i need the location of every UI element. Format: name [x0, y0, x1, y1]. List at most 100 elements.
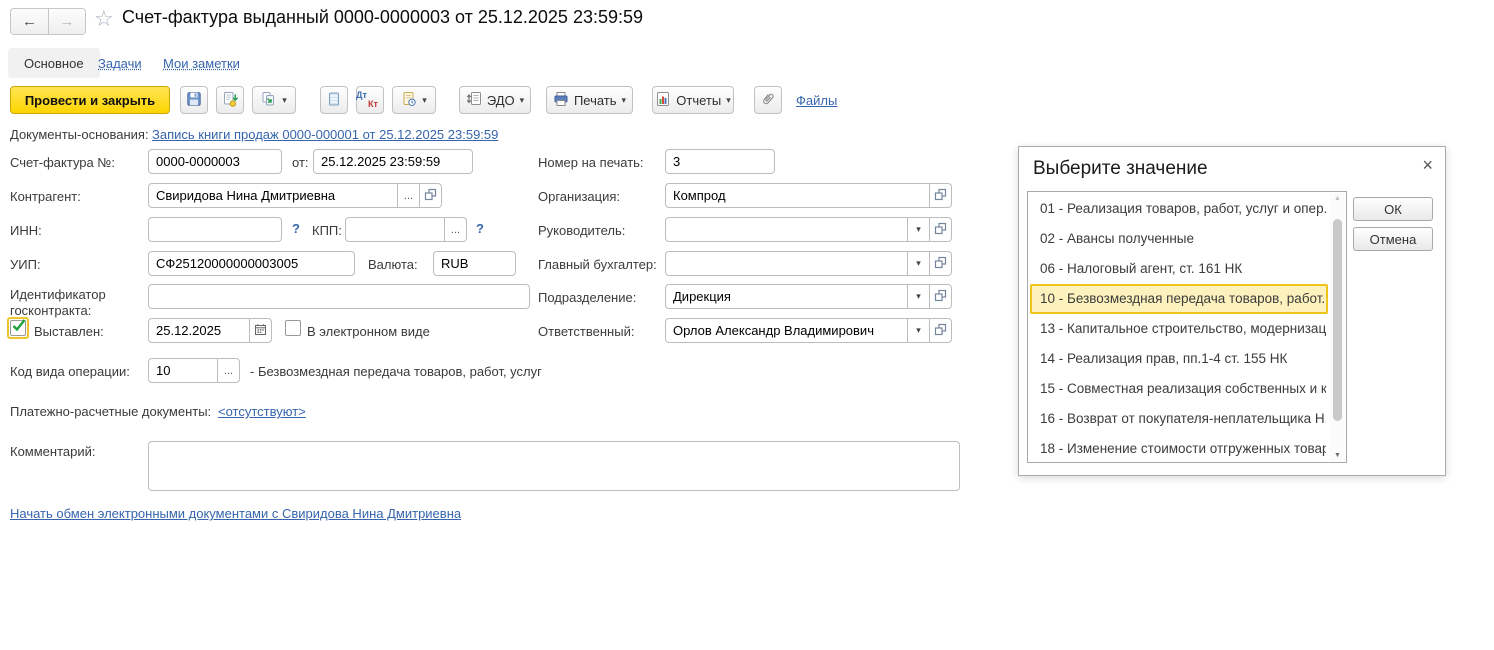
dialog-list: 01 - Реализация товаров, работ, услуг и …: [1027, 191, 1347, 463]
accountant-label: Главный бухгалтер:: [538, 257, 657, 272]
files-link[interactable]: Файлы: [796, 93, 837, 108]
edo-button[interactable]: ЭДО ▾: [459, 86, 531, 114]
list-item[interactable]: 18 - Изменение стоимости отгруженных тов…: [1030, 434, 1328, 463]
kpp-select-button[interactable]: ...: [445, 217, 467, 242]
post-and-close-label: Провести и закрыть: [25, 93, 155, 108]
reports-label: Отчеты: [676, 93, 721, 108]
electronic-checkbox[interactable]: [285, 320, 301, 336]
responsible-label: Ответственный:: [538, 324, 634, 339]
issued-date-field: [148, 318, 272, 343]
department-input[interactable]: [665, 284, 908, 309]
close-icon[interactable]: ×: [1422, 156, 1433, 174]
list-item[interactable]: 13 - Капитальное строительство, модерниз…: [1030, 314, 1328, 344]
list-scrollbar[interactable]: ▲ ▼: [1330, 193, 1345, 461]
counterparty-select-button[interactable]: ...: [398, 183, 420, 208]
tab-tasks[interactable]: Задачи: [98, 56, 142, 71]
edo-label: ЭДО: [487, 93, 515, 108]
list-item[interactable]: 16 - Возврат от покупателя-неплательщика…: [1030, 404, 1328, 434]
responsible-open-button[interactable]: [930, 318, 952, 343]
select-value-dialog: Выберите значение × 01 - Реализация това…: [1018, 146, 1446, 476]
responsible-dropdown-button[interactable]: ▾: [908, 318, 930, 343]
accountant-input[interactable]: [665, 251, 908, 276]
org-input[interactable]: [665, 183, 930, 208]
open-icon: [934, 222, 947, 238]
gov-contract-input[interactable]: [148, 284, 530, 309]
forward-button[interactable]: →: [48, 9, 85, 34]
list-item[interactable]: 06 - Налоговый агент, ст. 161 НК: [1030, 254, 1328, 284]
print-no-input[interactable]: [665, 149, 775, 174]
document-schedule-button[interactable]: ▾: [392, 86, 436, 114]
create-based-on-button[interactable]: ▾: [252, 86, 296, 114]
edo-exchange-link[interactable]: Начать обмен электронными документами с …: [10, 506, 461, 521]
list-item[interactable]: 02 - Авансы полученные: [1030, 224, 1328, 254]
department-dropdown-button[interactable]: ▾: [908, 284, 930, 309]
save-icon: [186, 91, 202, 110]
inn-help-icon[interactable]: ?: [292, 221, 300, 236]
currency-input[interactable]: [433, 251, 516, 276]
responsible-input[interactable]: [665, 318, 908, 343]
org-field: [665, 183, 952, 208]
department-field: ▾: [665, 284, 952, 309]
accountant-open-button[interactable]: [930, 251, 952, 276]
inn-label: ИНН:: [10, 223, 42, 238]
post-and-close-button[interactable]: Провести и закрыть: [10, 86, 170, 114]
uip-input[interactable]: [148, 251, 355, 276]
invoice-no-label: Счет-фактура №:: [10, 155, 115, 170]
kpp-help-icon[interactable]: ?: [476, 221, 484, 236]
open-icon: [934, 289, 947, 305]
scroll-up-icon[interactable]: ▲: [1330, 195, 1345, 202]
counterparty-open-button[interactable]: [420, 183, 442, 208]
dt-kt-button[interactable]: ДтКт: [356, 86, 384, 114]
issued-date-input[interactable]: [148, 318, 250, 343]
org-open-button[interactable]: [930, 183, 952, 208]
head-input[interactable]: [665, 217, 908, 242]
checkmark-icon: [10, 320, 26, 336]
org-label: Организация:: [538, 189, 620, 204]
print-button[interactable]: Печать ▾: [546, 86, 633, 114]
currency-label: Валюта:: [368, 257, 418, 272]
responsible-field: ▾: [665, 318, 952, 343]
comment-input[interactable]: [148, 441, 960, 491]
page-title: Счет-фактура выданный 0000-0000003 от 25…: [122, 7, 643, 28]
favorite-star-icon[interactable]: ☆: [94, 6, 114, 32]
back-button[interactable]: ←: [11, 9, 48, 34]
from-label: от:: [292, 155, 309, 170]
basis-link[interactable]: Запись книги продаж 0000-000001 от 25.12…: [152, 127, 498, 142]
payment-docs-link[interactable]: <отсутствуют>: [218, 404, 306, 419]
scroll-down-icon[interactable]: ▼: [1330, 452, 1345, 459]
department-open-button[interactable]: [930, 284, 952, 309]
counterparty-label: Контрагент:: [10, 189, 81, 204]
ok-button[interactable]: ОК: [1353, 197, 1433, 221]
paperclip-icon: [760, 91, 776, 110]
dialog-title: Выберите значение: [1033, 158, 1208, 180]
save-button[interactable]: [180, 86, 208, 114]
list-item[interactable]: 14 - Реализация прав, пп.1-4 ст. 155 НК: [1030, 344, 1328, 374]
document-structure-button[interactable]: [320, 86, 348, 114]
calendar-button[interactable]: [250, 318, 272, 343]
head-dropdown-button[interactable]: ▾: [908, 217, 930, 242]
op-code-input[interactable]: [148, 358, 218, 383]
accountant-dropdown-button[interactable]: ▾: [908, 251, 930, 276]
reports-button[interactable]: Отчеты ▾: [652, 86, 734, 114]
list-item[interactable]: 15 - Совместная реализация собственных и…: [1030, 374, 1328, 404]
post-document-button[interactable]: [216, 86, 244, 114]
invoice-no-input[interactable]: [148, 149, 282, 174]
ellipsis-icon: ...: [451, 224, 460, 236]
issued-checkbox[interactable]: [7, 317, 29, 339]
kpp-input[interactable]: [345, 217, 445, 242]
reports-icon: [655, 91, 671, 110]
chevron-down-icon: ▾: [916, 326, 921, 335]
op-code-select-button[interactable]: ...: [218, 358, 240, 383]
cancel-button[interactable]: Отмена: [1353, 227, 1433, 251]
inn-input[interactable]: [148, 217, 282, 242]
invoice-date-input[interactable]: [313, 149, 473, 174]
counterparty-input[interactable]: [148, 183, 398, 208]
head-open-button[interactable]: [930, 217, 952, 242]
tab-main[interactable]: Основное: [8, 48, 100, 78]
list-item[interactable]: 10 - Безвозмездная передача товаров, раб…: [1030, 284, 1328, 314]
attachments-button[interactable]: [754, 86, 782, 114]
scrollbar-thumb[interactable]: [1333, 219, 1342, 421]
list-item[interactable]: 01 - Реализация товаров, работ, услуг и …: [1030, 194, 1328, 224]
payment-docs-label: Платежно-расчетные документы:: [10, 404, 211, 419]
tab-notes[interactable]: Мои заметки: [163, 56, 240, 71]
